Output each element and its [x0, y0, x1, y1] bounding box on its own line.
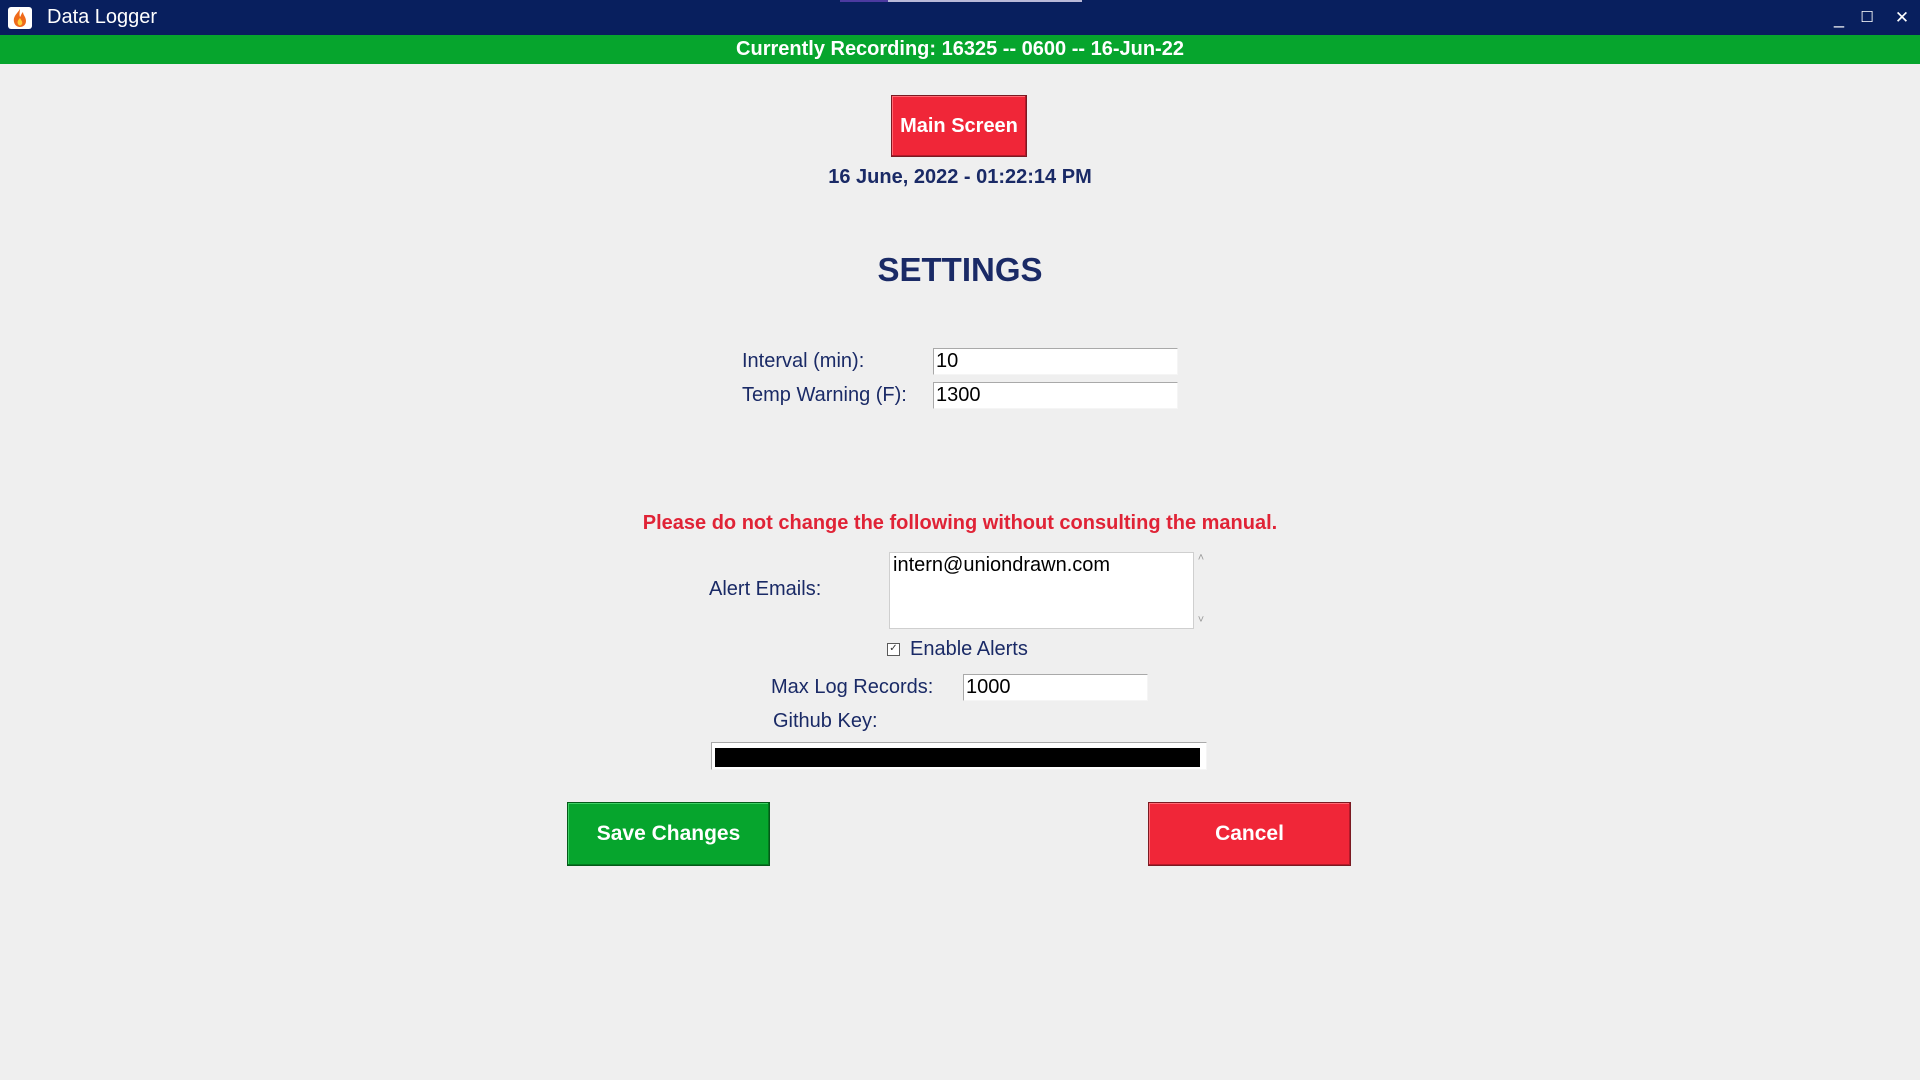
enable-alerts-label: Enable Alerts	[910, 638, 1028, 660]
scroll-down-icon[interactable]: ˅	[1194, 614, 1208, 626]
alert-emails-label: Alert Emails:	[709, 578, 822, 600]
maximize-button[interactable]: ☐	[1854, 5, 1880, 31]
interval-input[interactable]: 10	[933, 348, 1178, 375]
minimize-button[interactable]: _	[1826, 5, 1852, 31]
title-bar: Data Logger _ ☐ ✕	[0, 0, 1920, 35]
temp-warning-label: Temp Warning (F):	[742, 384, 907, 406]
window-title: Data Logger	[47, 6, 158, 28]
enable-alerts-checkbox[interactable]: ✓	[887, 643, 900, 656]
close-button[interactable]: ✕	[1889, 5, 1915, 31]
interval-label: Interval (min):	[742, 350, 865, 372]
github-key-input[interactable]	[711, 742, 1207, 770]
max-log-records-label: Max Log Records:	[771, 676, 934, 698]
scroll-up-icon[interactable]: ˄	[1194, 552, 1208, 564]
github-key-label: Github Key:	[773, 710, 878, 732]
main-screen-button[interactable]: Main Screen	[891, 95, 1027, 157]
max-log-records-input[interactable]: 1000	[963, 674, 1148, 701]
title-accent-line	[840, 0, 1082, 2]
page-title: SETTINGS	[877, 251, 1043, 288]
flame-icon	[7, 6, 33, 30]
temp-warning-input[interactable]: 1300	[933, 382, 1178, 409]
recording-status-bar: Currently Recording: 16325 -- 0600 -- 16…	[0, 35, 1920, 64]
cancel-button[interactable]: Cancel	[1148, 802, 1351, 866]
manual-warning-text: Please do not change the following witho…	[642, 512, 1278, 534]
github-key-mask	[715, 748, 1200, 767]
alert-emails-scrollbar[interactable]: ˄ ˅	[1194, 552, 1208, 629]
current-datetime: 16 June, 2022 - 01:22:14 PM	[828, 166, 1092, 188]
save-changes-button[interactable]: Save Changes	[567, 802, 770, 866]
alert-emails-textbox[interactable]: intern@uniondrawn.com	[889, 552, 1194, 629]
